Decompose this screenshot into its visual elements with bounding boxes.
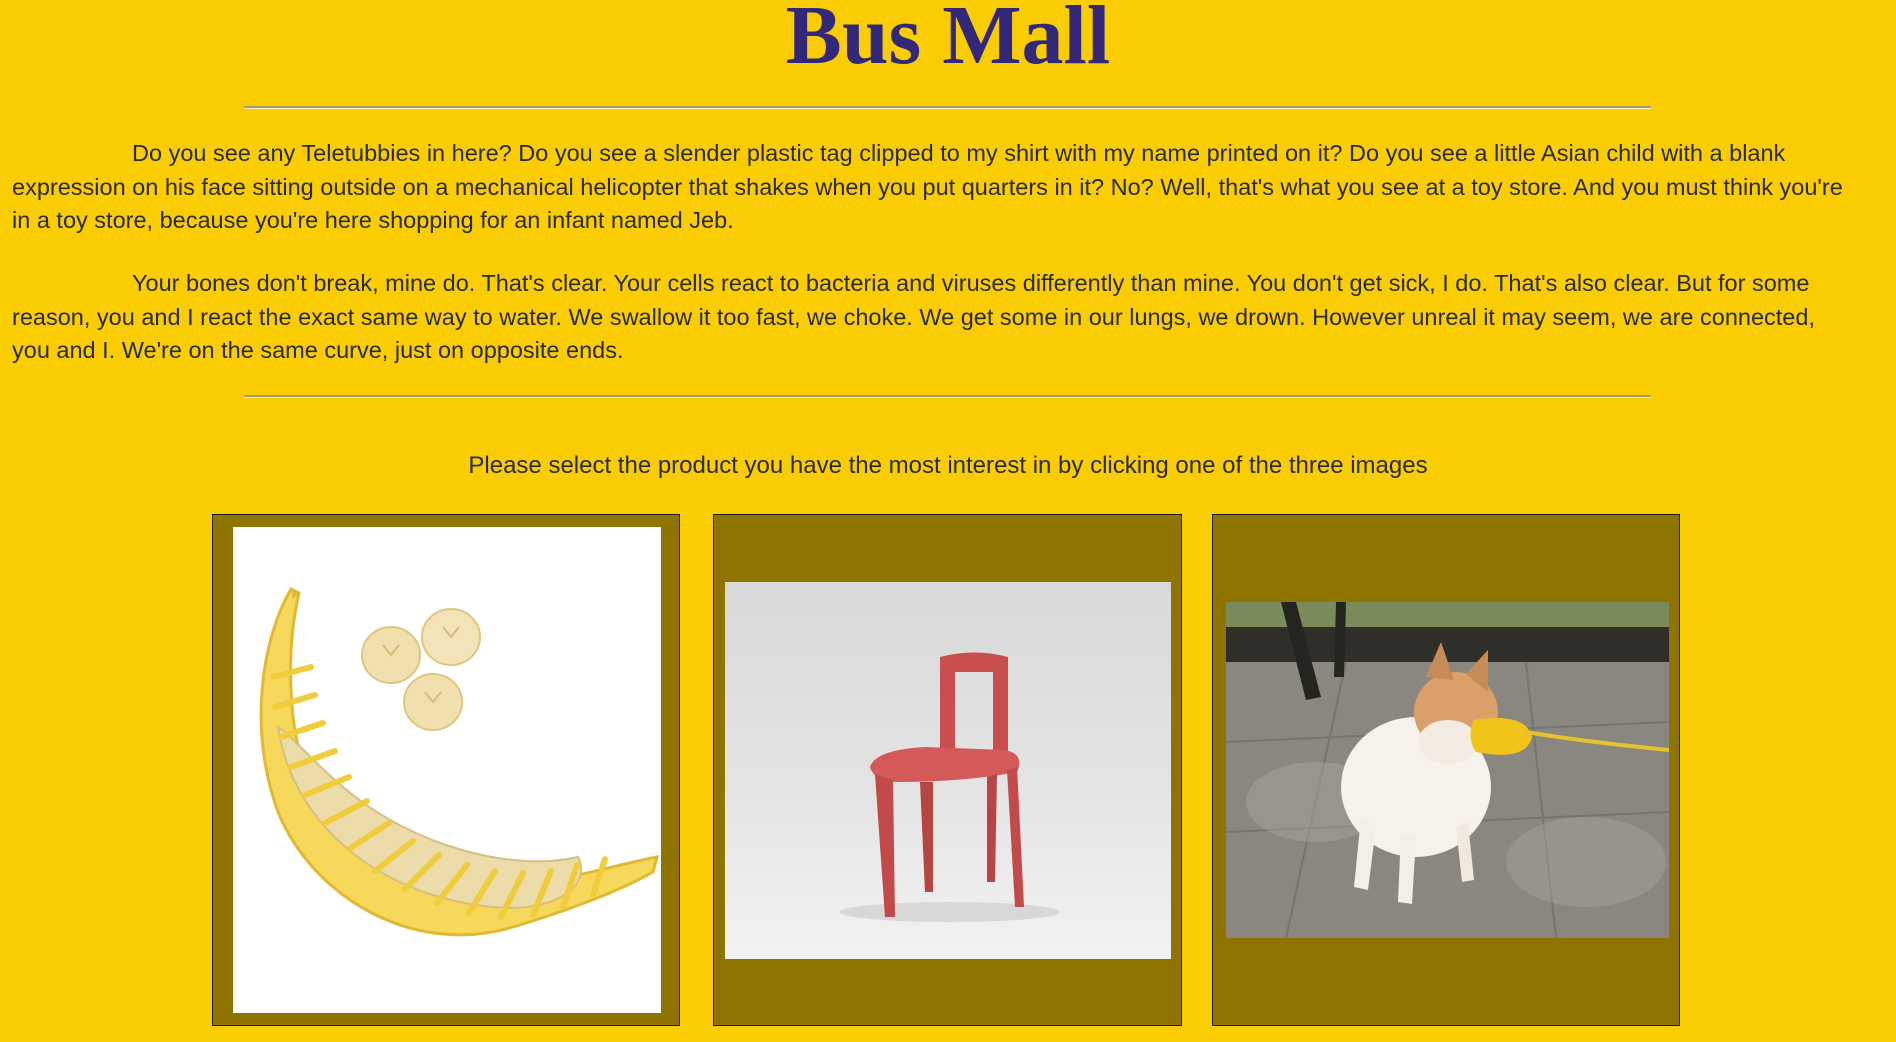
- dog-duck-muzzle-image[interactable]: [1226, 602, 1669, 938]
- page-title: Bus Mall: [785, 0, 1111, 82]
- intro-paragraph-1: Do you see any Teletubbies in here? Do y…: [12, 140, 1843, 233]
- survey-instruction: Please select the product you have the m…: [468, 452, 1428, 479]
- product-option-3[interactable]: [1212, 514, 1680, 1026]
- bottom-divider: [244, 395, 1651, 398]
- banana-slicer-image[interactable]: [233, 527, 661, 1013]
- intro-paragraph-2: Your bones don't break, mine do. That's …: [12, 270, 1815, 363]
- product-option-2[interactable]: [713, 514, 1182, 1026]
- product-option-1[interactable]: [212, 514, 680, 1026]
- top-divider: [244, 106, 1651, 109]
- chair-image[interactable]: [725, 582, 1171, 959]
